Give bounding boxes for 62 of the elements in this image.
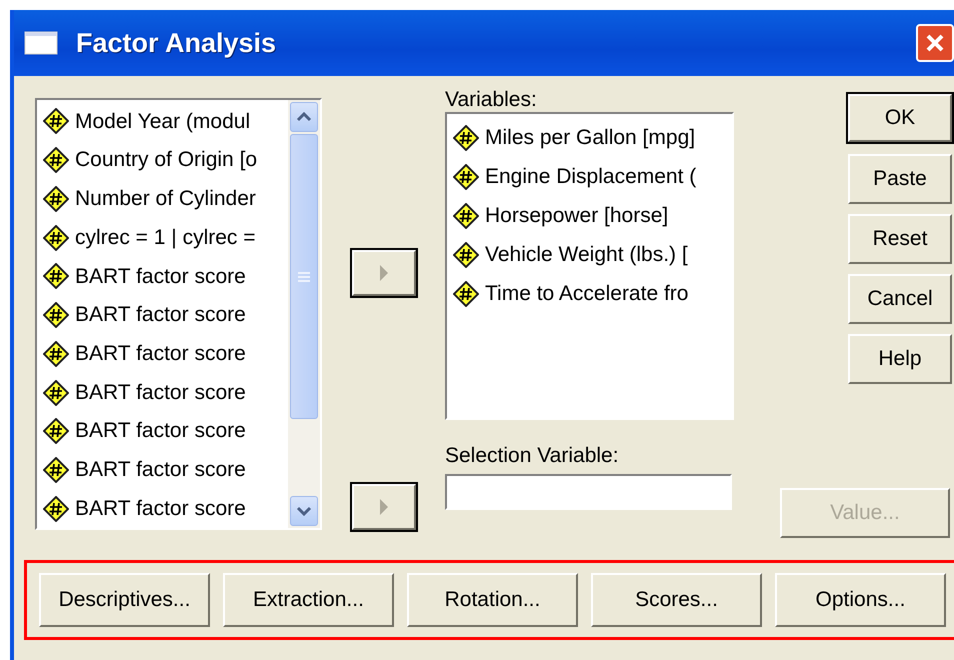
move-to-selection-button[interactable] bbox=[352, 484, 416, 530]
source-variable-list[interactable] bbox=[35, 98, 322, 530]
variable-item[interactable]: BART factor score bbox=[37, 489, 288, 528]
close-icon bbox=[925, 33, 945, 53]
play-icon bbox=[379, 498, 389, 516]
scale-variable-icon bbox=[43, 340, 69, 367]
variable-item[interactable]: BART factor score bbox=[37, 296, 288, 334]
variable-item[interactable]: BART factor score bbox=[37, 450, 288, 490]
scale-variable-icon bbox=[43, 224, 69, 251]
variable-item[interactable]: BART factor score bbox=[37, 373, 288, 412]
scroll-up-button[interactable] bbox=[290, 102, 318, 132]
variable-item[interactable]: Miles per Gallon [mpg] bbox=[447, 118, 732, 157]
selection-variable-field[interactable] bbox=[445, 474, 732, 510]
scale-variable-icon bbox=[43, 186, 69, 212]
variables-list[interactable]: Miles per Gallon [mpg] Engine Displacement ( Horsepower [horse] Vehicle Weight (lbs.) [ Time to Accelerate fro bbox=[445, 112, 734, 420]
chevron-up-icon bbox=[296, 112, 312, 122]
chevron-down-icon bbox=[296, 506, 312, 516]
close-button[interactable] bbox=[916, 24, 954, 62]
scale-variable-icon bbox=[43, 380, 69, 406]
scale-variable-icon bbox=[43, 147, 69, 174]
selection-variable-label: Selection Variable: bbox=[445, 444, 620, 468]
variable-item[interactable]: Engine Displacement ( bbox=[447, 157, 732, 196]
dialog-button[interactable]: Descriptives... bbox=[39, 573, 210, 627]
variable-item[interactable]: Horsepower [horse] bbox=[447, 196, 732, 235]
scale-variable-icon bbox=[43, 263, 69, 290]
dialog-button[interactable]: Scores... bbox=[591, 573, 762, 627]
scale-variable-icon bbox=[453, 124, 479, 150]
scale-variable-icon bbox=[43, 108, 69, 134]
variable-item[interactable]: Number of Cylinder bbox=[37, 179, 288, 218]
dialog-button[interactable]: Rotation... bbox=[407, 573, 578, 627]
scrollbar[interactable] bbox=[288, 100, 320, 528]
dialog-button[interactable]: Help bbox=[848, 334, 952, 384]
dialog-button[interactable]: OK bbox=[848, 94, 952, 142]
scrollbar-thumb[interactable] bbox=[290, 134, 318, 419]
variable-item[interactable]: Vehicle Weight (lbs.) [ bbox=[447, 235, 732, 274]
scale-variable-icon bbox=[453, 164, 479, 190]
variable-item[interactable]: Country of Origin [o bbox=[37, 140, 288, 180]
scale-variable-icon bbox=[43, 418, 69, 444]
variable-item[interactable]: Model Year (modul bbox=[37, 102, 288, 141]
variable-item[interactable]: BART factor score bbox=[37, 334, 288, 374]
scale-variable-icon bbox=[43, 496, 69, 522]
play-icon bbox=[379, 264, 389, 282]
move-to-variables-button[interactable] bbox=[352, 250, 416, 296]
scale-variable-icon bbox=[453, 202, 479, 228]
window-title: Factor Analysis bbox=[76, 26, 276, 60]
dialog-button[interactable]: Reset bbox=[848, 214, 952, 264]
window-icon bbox=[24, 31, 58, 55]
variable-item[interactable]: BART factor score bbox=[37, 412, 288, 451]
scroll-down-button[interactable] bbox=[290, 496, 318, 526]
dialog-button[interactable]: Paste bbox=[848, 154, 952, 204]
dialog-button[interactable]: Extraction... bbox=[223, 573, 394, 627]
scale-variable-icon bbox=[453, 280, 479, 306]
variable-item[interactable]: cylrec = 1 | cylrec = bbox=[37, 218, 288, 257]
variables-label: Variables: bbox=[445, 88, 538, 112]
scale-variable-icon bbox=[43, 456, 69, 483]
dialog-button[interactable]: Cancel bbox=[848, 274, 952, 324]
scale-variable-icon bbox=[453, 242, 479, 268]
scale-variable-icon bbox=[43, 302, 69, 328]
variable-item[interactable]: Time to Accelerate fro bbox=[447, 274, 732, 313]
dialog-button[interactable]: Options... bbox=[775, 573, 946, 627]
grip-icon bbox=[297, 270, 311, 282]
variable-item[interactable]: BART factor score bbox=[37, 256, 288, 296]
